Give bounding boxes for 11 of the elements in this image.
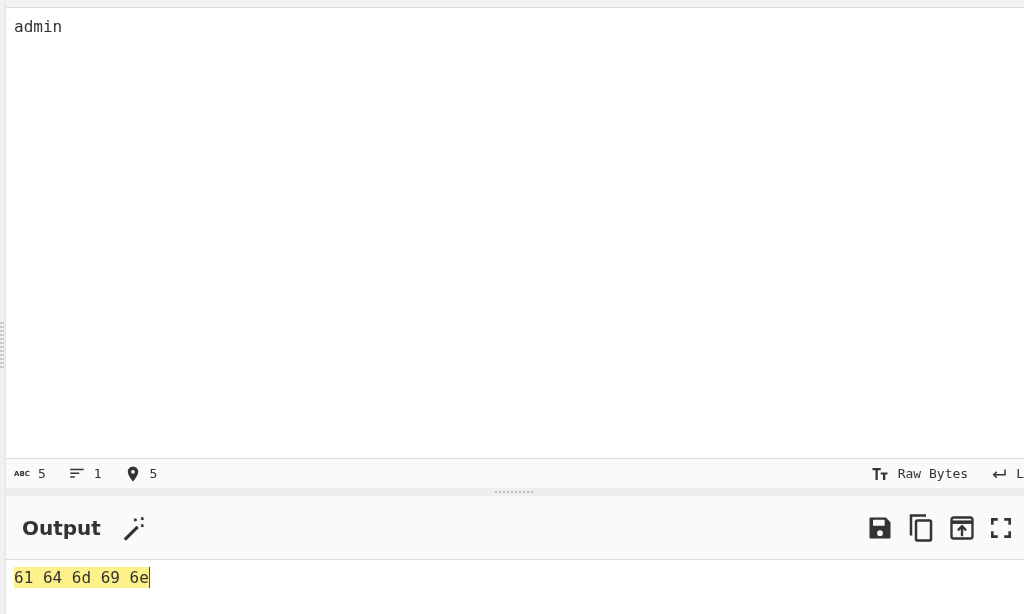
replace-input-icon[interactable]	[948, 513, 976, 542]
length-count: 5	[37, 466, 46, 481]
cursor-position: 5	[149, 466, 158, 481]
input-text: admin	[14, 17, 63, 36]
line-count: 1	[93, 466, 102, 481]
encoding-label[interactable]: Raw Bytes	[897, 466, 969, 481]
output-title: Output	[22, 515, 101, 540]
splitter-handle[interactable]	[495, 491, 535, 493]
output-text: 61 64 6d 69 6e	[14, 567, 150, 588]
line-ending-label[interactable]: L	[1016, 466, 1024, 481]
input-field[interactable]: admin	[6, 8, 1024, 458]
